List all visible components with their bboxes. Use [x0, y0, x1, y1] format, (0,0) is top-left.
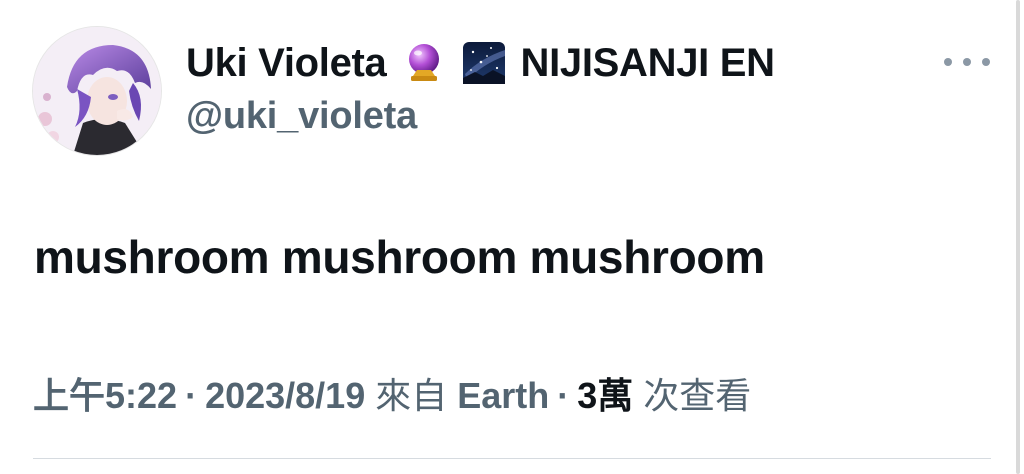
author-name-row[interactable]: Uki Violeta NIJISANJI EN [186, 38, 775, 88]
tweet-date[interactable]: 2023/8/19 [205, 375, 365, 417]
tweet-card: Uki Violeta NIJISANJI EN @uki_violeta mu… [0, 0, 1024, 474]
meta-separator: · [185, 375, 198, 416]
avatar[interactable] [33, 27, 161, 155]
views-count[interactable]: 3萬 [577, 367, 633, 419]
more-dot [982, 58, 990, 66]
tweet-source: Earth [457, 375, 550, 416]
author-handle[interactable]: @uki_violeta [186, 95, 417, 138]
scrollbar[interactable] [1016, 0, 1020, 474]
views-label[interactable]: 次查看 [643, 367, 751, 419]
tweet-time[interactable]: 上午5:22 [33, 367, 177, 419]
tweet-meta: 上午5:22 · 2023/8/19 來自 Earth · 3萬 次查看 [33, 367, 751, 419]
crystal-ball-icon [401, 40, 447, 86]
more-dot [963, 58, 971, 66]
source-prefix: 來自 [375, 375, 448, 416]
meta-separator: · [557, 375, 570, 416]
author-display-name[interactable]: Uki Violeta [186, 41, 387, 86]
author-affiliation: NIJISANJI EN [520, 40, 776, 85]
more-options-icon[interactable] [944, 50, 990, 74]
milky-way-icon [461, 40, 507, 86]
divider [33, 458, 991, 459]
more-dot [944, 58, 952, 66]
tweet-text: mushroom mushroom mushroom [34, 231, 765, 283]
